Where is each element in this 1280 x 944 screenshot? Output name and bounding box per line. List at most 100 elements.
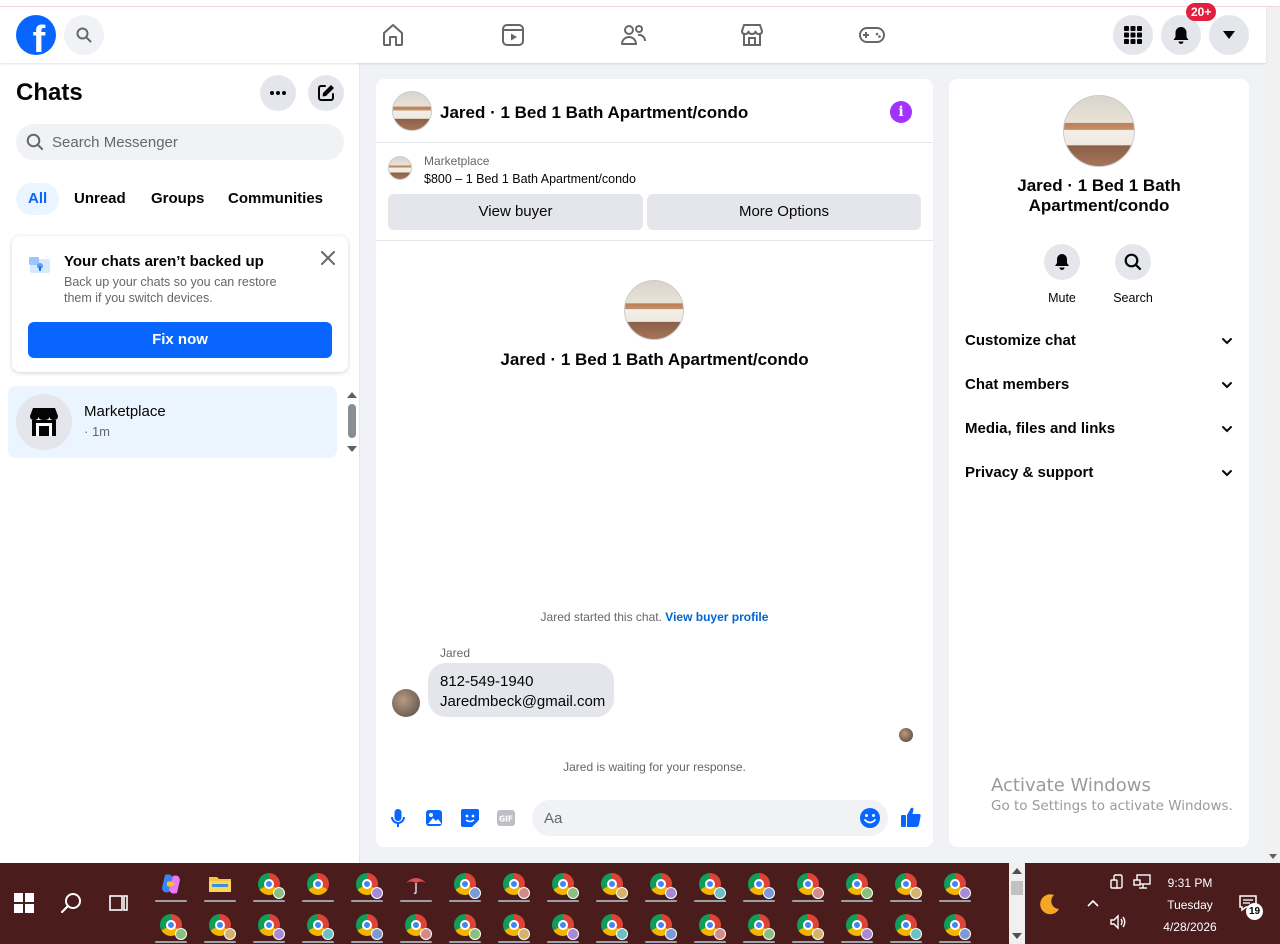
facebook-logo-icon[interactable]: f <box>16 15 56 55</box>
chrome-profile-icon[interactable] <box>445 865 485 903</box>
volume-icon[interactable] <box>1109 914 1127 930</box>
filter-unread[interactable]: Unread <box>62 183 138 215</box>
message-input-wrapper[interactable] <box>532 800 888 836</box>
chrome-profile-icon[interactable] <box>249 865 289 903</box>
info-icon[interactable]: i <box>890 101 912 123</box>
night-light-moon-icon[interactable] <box>1038 892 1062 916</box>
view-buyer-button[interactable]: View buyer <box>388 194 643 230</box>
scroll-up-arrow-icon[interactable] <box>347 392 357 398</box>
section-chat-members[interactable]: Chat members <box>965 363 1233 407</box>
chrome-profile-icon[interactable] <box>298 865 338 903</box>
messenger-search[interactable] <box>16 124 344 160</box>
chrome-profile-icon[interactable] <box>592 865 632 903</box>
chrome-profile-icon[interactable] <box>592 906 632 944</box>
more-options-button[interactable]: More Options <box>647 194 921 230</box>
filter-communities[interactable]: Communities <box>216 183 335 215</box>
section-media-files-links[interactable]: Media, files and links <box>965 407 1233 451</box>
task-view-icon[interactable] <box>108 893 130 913</box>
chrome-profile-icon[interactable] <box>347 865 387 903</box>
chrome-profile-icon[interactable] <box>739 906 779 944</box>
taskbar-clock[interactable]: 9:31 PM Tuesday 4/28/2026 <box>1150 872 1230 938</box>
chrome-profile-icon[interactable] <box>200 906 240 944</box>
filter-all[interactable]: All <box>16 183 60 215</box>
scroll-down-arrow-icon[interactable] <box>1269 854 1277 859</box>
chrome-profile-icon[interactable] <box>298 906 338 944</box>
new-message-button[interactable] <box>308 75 344 111</box>
chrome-profile-icon[interactable] <box>935 865 975 903</box>
notifications-button[interactable] <box>1161 15 1201 55</box>
section-privacy-support[interactable]: Privacy & support <box>965 451 1233 495</box>
nav-gaming[interactable] <box>854 19 890 51</box>
network-icon[interactable] <box>1133 874 1151 890</box>
chrome-profile-icon[interactable] <box>494 906 534 944</box>
search-messenger-input[interactable] <box>52 124 332 160</box>
message-bubble[interactable]: 812-549-1940 Jaredmbeck@gmail.com <box>428 663 614 717</box>
taskbar-scrollbar[interactable] <box>1009 863 1025 944</box>
nav-home[interactable] <box>375 19 411 51</box>
taskbar-search-icon[interactable] <box>60 891 84 915</box>
clock-day: Tuesday <box>1167 898 1213 912</box>
scroll-down-arrow-icon[interactable] <box>1012 933 1022 939</box>
chrome-profile-icon[interactable] <box>837 865 877 903</box>
page-scrollbar[interactable] <box>1266 7 1280 863</box>
chrome-profile-icon[interactable] <box>445 906 485 944</box>
search-button[interactable] <box>64 15 104 55</box>
mute-button[interactable]: Mute <box>1032 244 1092 305</box>
nav-friends[interactable] <box>615 19 651 51</box>
chrome-profile-icon[interactable] <box>543 865 583 903</box>
fix-now-button[interactable]: Fix now <box>28 322 332 358</box>
chrome-profile-icon[interactable] <box>641 906 681 944</box>
chrome-profile-icon[interactable] <box>494 865 534 903</box>
scroll-down-arrow-icon[interactable] <box>347 446 357 452</box>
scroll-up-arrow-icon[interactable] <box>1012 868 1022 874</box>
search-in-conversation-button[interactable]: Search <box>1103 244 1163 305</box>
device-icon[interactable] <box>1110 874 1126 890</box>
listing-thumbnail[interactable] <box>392 91 432 131</box>
photo-icon <box>426 810 442 826</box>
notification-count-badge: 19 <box>1246 903 1263 920</box>
chat-list-scrollbar[interactable] <box>346 390 358 454</box>
file-explorer-icon[interactable] <box>200 865 240 903</box>
chrome-profile-icon[interactable] <box>249 906 289 944</box>
message-input[interactable] <box>544 800 844 836</box>
section-customize-chat[interactable]: Customize chat <box>965 319 1233 363</box>
account-menu-button[interactable] <box>1209 15 1249 55</box>
sticker-button[interactable] <box>459 807 481 829</box>
chrome-profile-icon[interactable] <box>543 906 583 944</box>
menu-button[interactable] <box>1113 15 1153 55</box>
listing-title[interactable]: $800 – 1 Bed 1 Bath Apartment/condo <box>424 172 636 186</box>
chrome-profile-icon[interactable] <box>641 865 681 903</box>
chrome-profile-icon[interactable] <box>151 906 191 944</box>
show-hidden-icons-chevron-icon[interactable] <box>1086 898 1100 908</box>
chrome-profile-icon[interactable] <box>935 906 975 944</box>
chrome-profile-icon[interactable] <box>396 906 436 944</box>
chrome-profile-icon[interactable] <box>739 865 779 903</box>
chrome-profile-icon[interactable] <box>886 865 926 903</box>
scroll-thumb[interactable] <box>348 404 356 438</box>
copilot-icon[interactable] <box>151 865 191 903</box>
chrome-profile-icon[interactable] <box>788 865 828 903</box>
sender-avatar[interactable] <box>392 689 420 717</box>
send-like-button[interactable] <box>899 805 923 829</box>
emoji-icon[interactable] <box>859 807 881 829</box>
attach-photo-button[interactable] <box>423 807 445 829</box>
chrome-profile-icon[interactable] <box>690 906 730 944</box>
chrome-profile-icon[interactable] <box>347 906 387 944</box>
voice-clip-button[interactable] <box>387 807 409 829</box>
chrome-profile-icon[interactable] <box>837 906 877 944</box>
nav-video[interactable] <box>495 19 531 51</box>
windows-start-icon[interactable] <box>14 893 34 913</box>
chrome-profile-icon[interactable] <box>690 865 730 903</box>
chrome-profile-icon[interactable] <box>886 906 926 944</box>
chat-options-button[interactable] <box>260 75 296 111</box>
view-buyer-profile-link[interactable]: View buyer profile <box>665 610 768 624</box>
conversation-title[interactable]: Jared · 1 Bed 1 Bath Apartment/condo <box>440 103 748 123</box>
chat-list-item-marketplace[interactable]: Marketplace · 1m <box>8 386 337 458</box>
chrome-profile-icon[interactable] <box>788 906 828 944</box>
filter-groups[interactable]: Groups <box>139 183 216 215</box>
close-icon[interactable] <box>318 248 338 268</box>
scroll-thumb[interactable] <box>1011 881 1023 895</box>
nav-marketplace[interactable] <box>734 19 770 51</box>
app-icon[interactable] <box>396 865 436 903</box>
gif-button[interactable]: GIF <box>495 807 517 829</box>
